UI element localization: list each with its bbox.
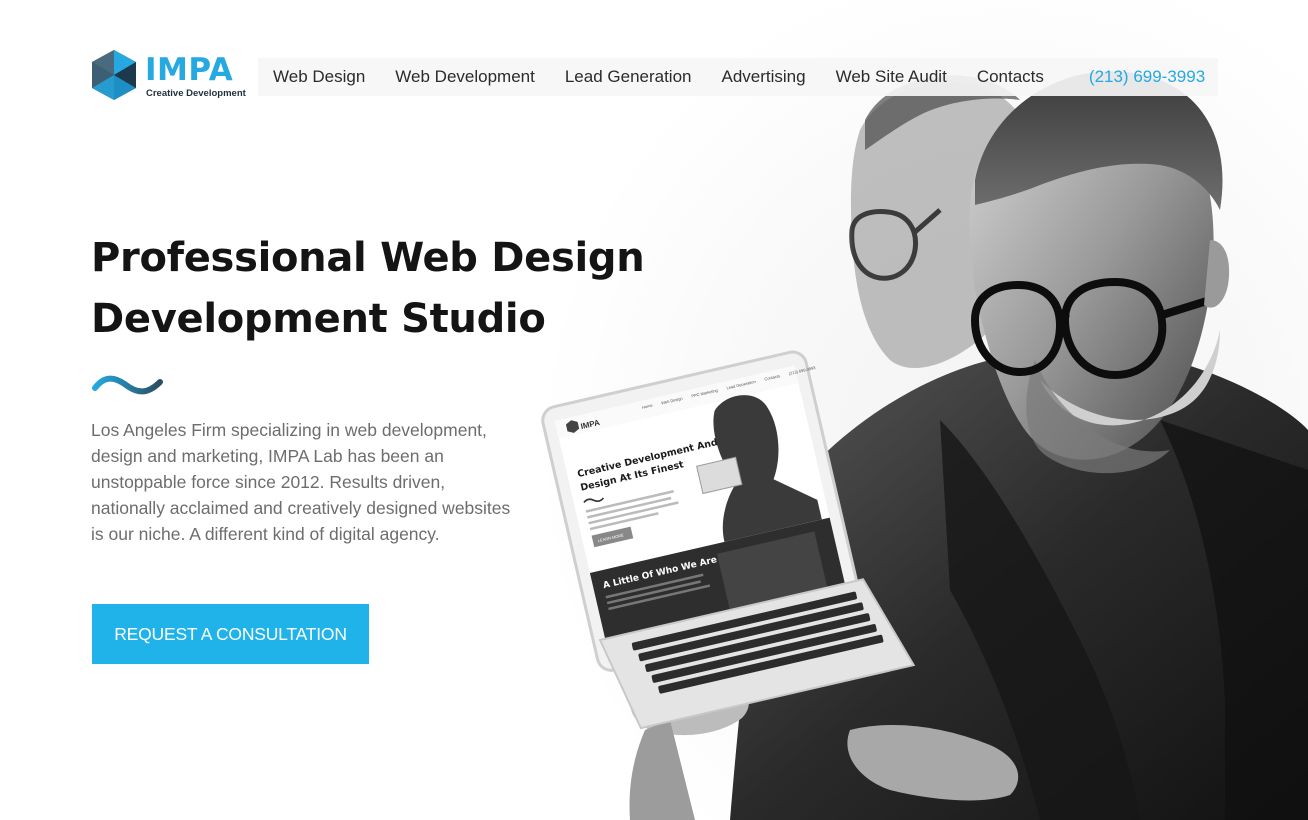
main-nav: Web Design Web Development Lead Generati… (258, 58, 1218, 96)
hero-description: Los Angeles Firm specializing in web dev… (91, 420, 511, 544)
nav-item-advertising[interactable]: Advertising (722, 67, 806, 87)
nav-item-web-site-audit[interactable]: Web Site Audit (836, 67, 947, 87)
brand-tagline: Creative Development (146, 88, 246, 99)
nav-item-lead-generation[interactable]: Lead Generation (565, 67, 692, 87)
hero-image: IMPA Home Web Design PPC Marketing Lead … (520, 0, 1308, 820)
homepage: IMPA Home Web Design PPC Marketing Lead … (0, 0, 1308, 820)
nav-item-contacts[interactable]: Contacts (977, 67, 1044, 87)
phone-link[interactable]: (213) 699-3993 (1089, 67, 1205, 87)
request-consultation-button[interactable]: REQUEST A CONSULTATION (92, 604, 369, 664)
brand-name: IMPA (145, 52, 234, 88)
nav-item-web-design[interactable]: Web Design (273, 67, 365, 87)
hexagon-cube-logo-icon (92, 50, 136, 100)
hero-title-line-2: Development Studio (91, 296, 546, 342)
nav-item-web-development[interactable]: Web Development (395, 67, 535, 87)
wave-divider-icon (92, 375, 163, 395)
hero-title-line-1: Professional Web Design (91, 235, 645, 281)
hero-title: Professional Web Design Development Stud… (91, 228, 691, 350)
brand-logo[interactable]: IMPA Creative Development (91, 49, 246, 103)
